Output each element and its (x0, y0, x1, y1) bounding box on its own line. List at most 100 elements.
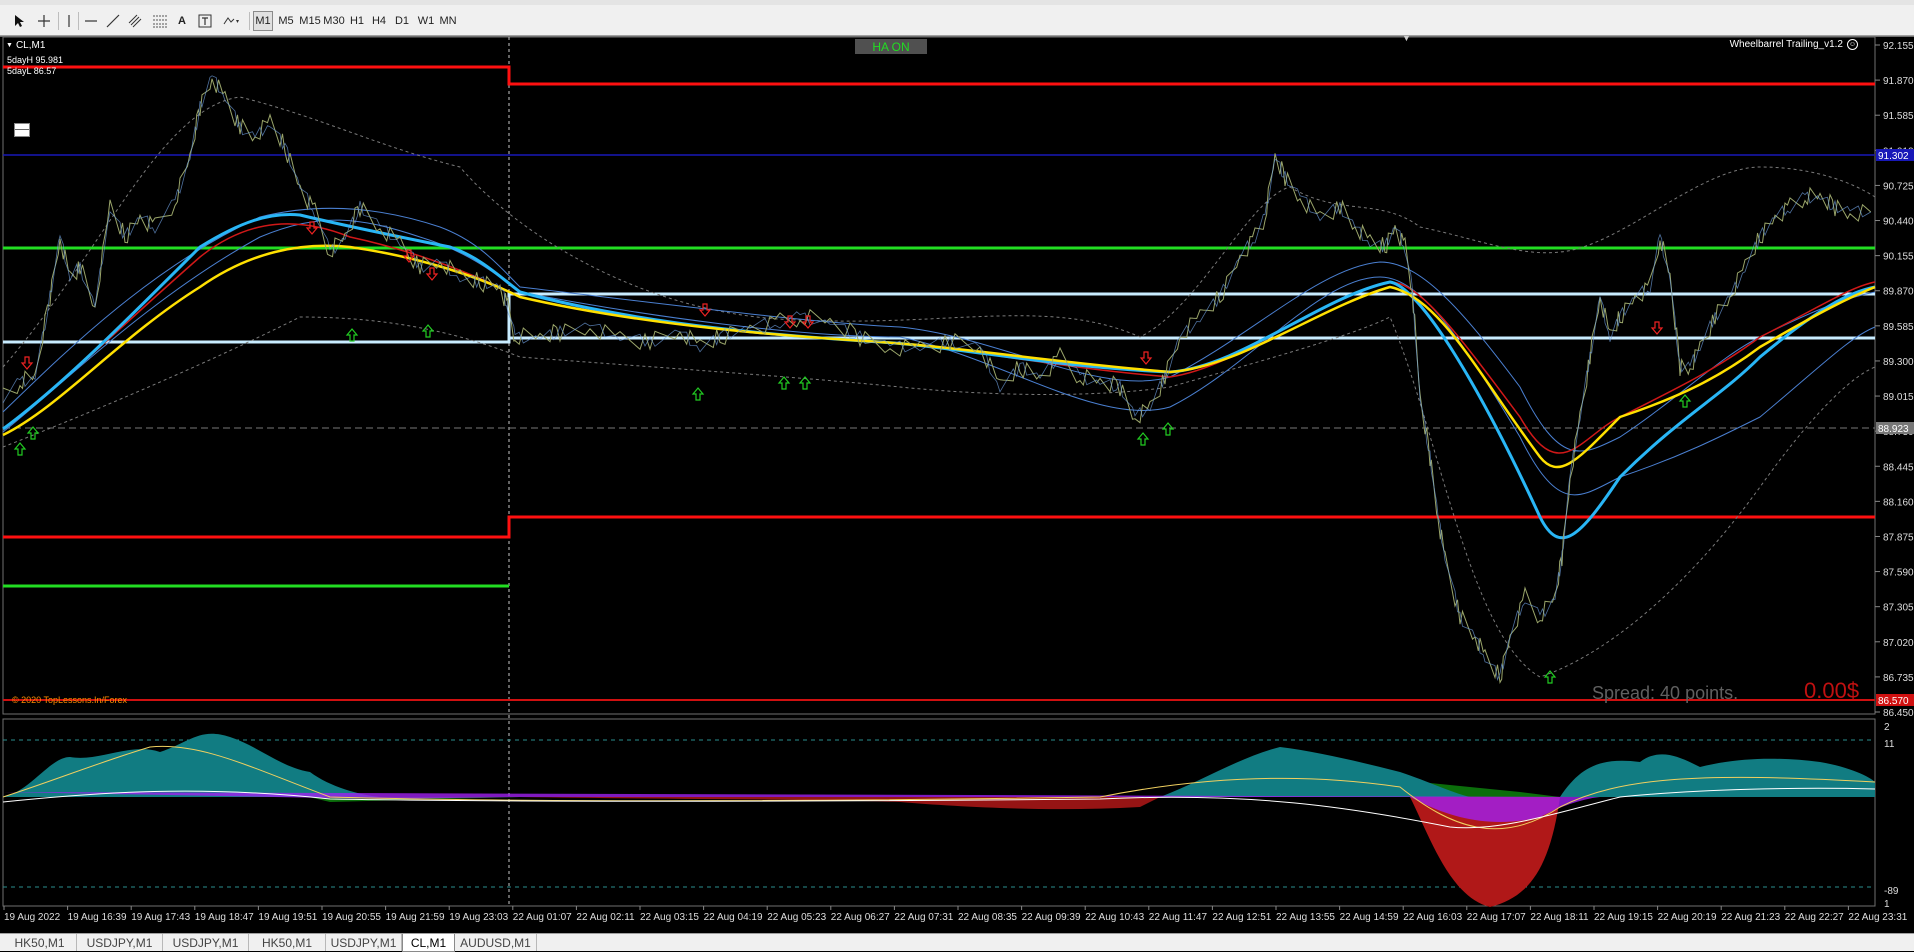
chart-tab[interactable]: USDJPY,M1 (163, 934, 249, 951)
trendline-icon[interactable] (104, 11, 122, 31)
price-tick-label: 87.590 (1883, 568, 1914, 579)
chart-tab[interactable]: HK50,M1 (249, 934, 326, 951)
timeframe-m1-button[interactable]: M1 (253, 11, 273, 31)
chart-window[interactable]: 92.15591.87091.58591.01090.72590.44090.1… (0, 33, 1914, 934)
chart-tab[interactable]: CL,M1 (402, 934, 455, 952)
horizontal-line-icon[interactable] (82, 11, 100, 31)
time-tick-label: 22 Aug 17:07 (1467, 912, 1526, 923)
toolbar-separator (78, 12, 79, 30)
timeframe-m15-button[interactable]: M15 (299, 11, 321, 31)
ha-on-button[interactable]: HA ON (855, 39, 927, 54)
time-axis: 19 Aug 2022 19 Aug 16:39 19 Aug 17:43 19 Au… (3, 906, 1908, 923)
ea-name: Wheelbarrel Trailing_v1.2 (1729, 39, 1843, 50)
vertical-line-icon[interactable] (62, 11, 76, 31)
symbol-header: ▼ CL,M1 (6, 40, 45, 51)
five-day-info: 5dayH 95.981 5dayL 86.57 (7, 55, 63, 77)
time-tick-label: 22 Aug 23:31 (1848, 912, 1907, 923)
panel-button[interactable] (14, 123, 30, 137)
time-tick-label: 19 Aug 17:43 (131, 912, 190, 923)
dashed-price-marker-label: 88.923 (1878, 424, 1909, 435)
price-tick-label: 89.015 (1883, 392, 1914, 403)
indicator-panel (2, 718, 1876, 907)
toolbar-separator (249, 12, 250, 30)
time-tick-label: 22 Aug 16:03 (1403, 912, 1462, 923)
time-tick-label: 22 Aug 07:31 (894, 912, 953, 923)
expert-advisor-label: Wheelbarrel Trailing_v1.2 ☺ (1730, 39, 1858, 50)
time-tick-label: 19 Aug 2022 (4, 912, 61, 923)
price-tick-label: 86.735 (1883, 673, 1914, 684)
smiley-icon[interactable]: ☺ (1847, 39, 1858, 50)
timeframe-m30-button[interactable]: M30 (323, 11, 345, 31)
indicator-tick-label: -89 (1884, 886, 1899, 897)
time-tick-label: 22 Aug 02:11 (576, 912, 635, 923)
top-menu-strip (0, 0, 1914, 5)
chart-tab[interactable]: USDJPY,M1 (326, 934, 402, 951)
time-tick-label: 22 Aug 10:43 (1085, 912, 1144, 923)
chart-tab[interactable]: USDJPY,M1 (77, 934, 163, 951)
copyright-label: © 2020 TopLessons.In/Forex (12, 695, 128, 705)
time-tick-label: 22 Aug 01:07 (513, 912, 572, 923)
time-tick-label: 19 Aug 20:55 (322, 912, 381, 923)
blue-price-marker-label: 91.302 (1878, 151, 1909, 162)
time-tick-label: 22 Aug 21:23 (1721, 912, 1780, 923)
chart-shift-marker-icon: ▼ (1402, 33, 1411, 43)
price-tick-label: 90.155 (1883, 252, 1914, 263)
time-tick-label: 22 Aug 09:39 (1022, 912, 1081, 923)
symbol-label: CL,M1 (15, 40, 46, 51)
chart-tab[interactable]: HK50,M1 (3, 934, 77, 951)
price-tick-label: 92.155 (1883, 41, 1914, 52)
time-tick-label: 19 Aug 21:59 (386, 912, 445, 923)
price-chart-canvas[interactable]: 92.15591.87091.58591.01090.72590.44090.1… (0, 36, 1914, 934)
spread-label: Spread: 40 points. (1592, 683, 1739, 703)
time-tick-label: 22 Aug 19:15 (1594, 912, 1653, 923)
time-tick-label: 22 Aug 13:55 (1276, 912, 1335, 923)
time-tick-label: 22 Aug 20:19 (1658, 912, 1717, 923)
time-tick-label: 22 Aug 05:23 (767, 912, 826, 923)
chart-tabs-bar: HK50,M1 USDJPY,M1 USDJPY,M1 HK50,M1 USDJPY,M… (0, 933, 1914, 952)
price-tick-label: 90.725 (1883, 181, 1914, 192)
time-tick-label: 19 Aug 16:39 (68, 912, 127, 923)
price-tick-label: 87.305 (1883, 603, 1914, 614)
chart-tab[interactable]: AUDUSD,M1 (455, 934, 537, 951)
time-tick-label: 22 Aug 06:27 (831, 912, 890, 923)
price-tick-label: 91.870 (1883, 76, 1914, 87)
timeframe-m5-button[interactable]: M5 (276, 11, 296, 31)
time-tick-label: 22 Aug 14:59 (1340, 912, 1399, 923)
time-tick-label: 22 Aug 08:35 (958, 912, 1017, 923)
time-tick-label: 22 Aug 18:11 (1530, 912, 1589, 923)
indicator-tick-label: 2 (1884, 722, 1890, 733)
main-panel (2, 36, 1876, 715)
timeframe-d1-button[interactable]: D1 (392, 11, 412, 31)
text-icon[interactable]: A (174, 11, 190, 31)
time-tick-label: 22 Aug 22:27 (1785, 912, 1844, 923)
price-tick-label: 89.585 (1883, 322, 1914, 333)
cursor-icon[interactable] (10, 11, 28, 31)
crosshair-icon[interactable] (35, 11, 53, 31)
time-tick-label: 22 Aug 04:19 (704, 912, 763, 923)
price-tick-label: 86.450 (1883, 708, 1914, 719)
price-tick-label: 87.020 (1883, 638, 1914, 649)
timeframe-mn-button[interactable]: MN (438, 11, 458, 31)
shapes-icon[interactable] (220, 11, 244, 31)
timeframe-h4-button[interactable]: H4 (369, 11, 389, 31)
fibonacci-icon[interactable] (150, 11, 170, 31)
collapse-arrow-icon[interactable]: ▼ (6, 42, 13, 49)
time-tick-label: 19 Aug 18:47 (195, 912, 254, 923)
price-tick-label: 89.300 (1883, 357, 1914, 368)
five-day-high: 5dayH 95.981 (7, 55, 64, 65)
chart-toolbar: A M1 M5 M15 M30 H1 H4 D1 W1 MN (0, 0, 1914, 36)
timeframe-w1-button[interactable]: W1 (416, 11, 436, 31)
text-label-icon[interactable] (196, 11, 214, 31)
price-axis: 92.15591.87091.58591.01090.72590.44090.1… (1875, 41, 1914, 719)
timeframe-h1-button[interactable]: H1 (348, 11, 366, 31)
five-day-low: 5dayL 86.57 (7, 66, 57, 76)
bottom-price-marker-label: 86.570 (1878, 696, 1909, 707)
indicator-tick-label: 1 (1884, 899, 1890, 910)
time-tick-label: 19 Aug 23:03 (449, 912, 508, 923)
price-tick-label: 87.875 (1883, 532, 1914, 543)
profit-label: 0.00$ (1804, 678, 1860, 703)
price-tick-label: 91.585 (1883, 111, 1914, 122)
time-tick-label: 22 Aug 12:51 (1212, 912, 1271, 923)
channels-icon[interactable] (126, 11, 146, 31)
indicator-axis: 2 11 -89 1 (1884, 722, 1899, 910)
